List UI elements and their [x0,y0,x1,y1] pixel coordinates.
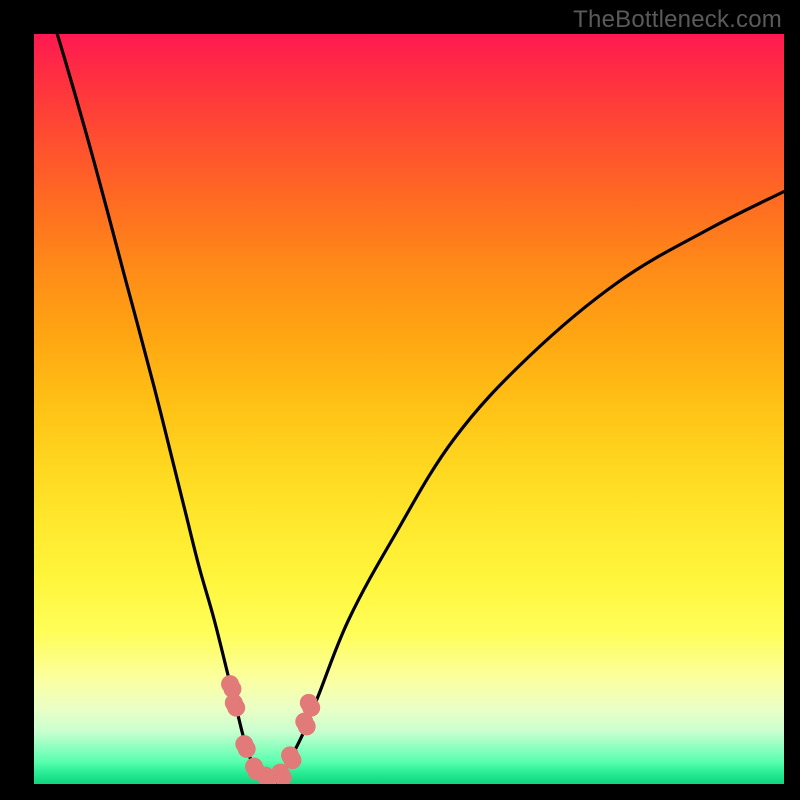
watermark-text: TheBottleneck.com [573,6,782,34]
curve-marker [225,694,245,717]
plot-area [34,34,784,784]
curve-markers [221,675,320,784]
bottleneck-curve [34,34,784,784]
chart-frame: TheBottleneck.com [0,0,800,800]
curve-marker [235,735,255,758]
bottleneck-curve-svg [34,34,784,784]
